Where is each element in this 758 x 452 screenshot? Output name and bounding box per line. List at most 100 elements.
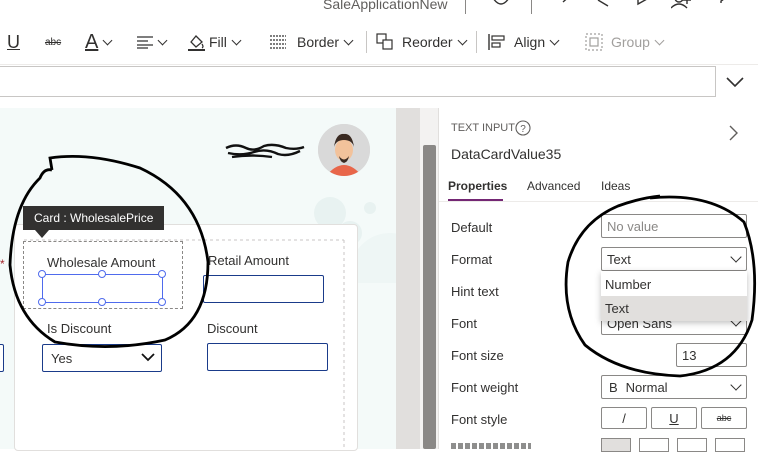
canvas-scrollbar-thumb[interactable] xyxy=(423,145,436,449)
resize-handle[interactable] xyxy=(98,270,106,278)
align-right-button[interactable] xyxy=(677,438,707,452)
resize-handle[interactable] xyxy=(38,298,46,306)
chevron-down-icon xyxy=(343,35,354,45)
chevron-down-icon xyxy=(102,35,113,45)
format-option-number[interactable]: Number xyxy=(605,277,651,292)
user-avatar xyxy=(318,124,370,176)
info-icon[interactable]: ? xyxy=(515,120,531,136)
resize-handle[interactable] xyxy=(158,270,166,278)
fill-label: Fill xyxy=(209,34,227,50)
play-icon[interactable] xyxy=(636,0,650,8)
svg-text:?: ? xyxy=(520,124,526,135)
border-icon xyxy=(270,35,286,49)
ribbon-separator xyxy=(366,31,367,53)
font-weight-label: Font weight xyxy=(451,380,519,395)
italic-button[interactable]: / xyxy=(601,407,647,429)
undo-icon[interactable] xyxy=(560,0,576,8)
app-title: SaleApplicationNew xyxy=(323,0,448,12)
health-icon[interactable] xyxy=(490,0,512,10)
chevron-down-icon xyxy=(457,35,468,45)
align-label: Align xyxy=(514,34,546,50)
partial-input[interactable] xyxy=(0,344,4,372)
tab-advanced[interactable]: Advanced xyxy=(527,179,580,193)
group-button[interactable]: Group xyxy=(585,29,665,55)
discount-label: Discount xyxy=(207,321,258,336)
chevron-down-icon xyxy=(157,35,168,45)
align-button[interactable]: Align xyxy=(488,29,560,55)
fill-button[interactable]: Fill xyxy=(187,29,242,55)
format-options-menu: Number Text xyxy=(601,271,747,321)
strikethrough-button[interactable]: abc xyxy=(45,29,61,55)
reorder-icon xyxy=(376,33,393,50)
share-icon[interactable] xyxy=(671,0,693,10)
font-style-label: Font style xyxy=(451,412,508,427)
person-icon xyxy=(318,124,370,176)
is-discount-label: Is Discount xyxy=(47,321,112,336)
bold-icon: B xyxy=(609,379,618,395)
text-align-button[interactable] xyxy=(137,29,168,55)
default-label: Default xyxy=(451,220,493,235)
is-discount-dropdown[interactable]: Yes xyxy=(42,344,162,372)
redo-icon[interactable] xyxy=(596,0,610,8)
chevron-down-icon xyxy=(730,251,742,263)
chevron-down-icon xyxy=(730,379,742,391)
card-tooltip: Card : WholesalePrice xyxy=(23,206,165,230)
border-button[interactable]: Border xyxy=(269,29,354,55)
reorder-label: Reorder xyxy=(402,34,453,50)
font-size-label: Font size xyxy=(451,348,504,363)
align-objects-icon xyxy=(488,34,505,50)
formula-bar[interactable] xyxy=(0,66,716,97)
strikethrough-label: abc xyxy=(45,36,62,48)
group-icon xyxy=(585,33,603,51)
align-center-button[interactable] xyxy=(639,438,669,452)
format-dropdown[interactable]: Text xyxy=(601,247,747,271)
resize-handle[interactable] xyxy=(158,298,166,306)
group-label: Group xyxy=(611,34,650,50)
font-label: Font xyxy=(451,316,478,331)
expand-formula-icon[interactable] xyxy=(725,72,745,92)
font-color-button[interactable]: A xyxy=(85,29,113,55)
default-placeholder: No value xyxy=(607,218,659,234)
chevron-down-icon xyxy=(549,35,560,45)
required-asterisk: * xyxy=(0,257,5,271)
tab-ideas[interactable]: Ideas xyxy=(601,179,630,193)
scribbled-text xyxy=(225,143,305,159)
paint-bucket-icon xyxy=(188,35,205,51)
font-size-value: 13 xyxy=(682,347,697,363)
tabs-divider xyxy=(439,201,758,202)
title-separator xyxy=(531,0,532,14)
text-alignment-label-partial xyxy=(451,440,541,449)
strikethrough-style-button[interactable]: abc xyxy=(701,407,747,429)
italic-icon: / xyxy=(622,410,626,426)
underline-style-button[interactable]: U xyxy=(651,407,697,429)
strikethrough-icon: abc xyxy=(716,413,732,423)
discount-input[interactable] xyxy=(207,343,328,371)
resize-handle[interactable] xyxy=(98,298,106,306)
control-name: DataCardValue35 xyxy=(451,146,562,162)
retail-amount-input[interactable] xyxy=(203,275,324,303)
font-color-icon: A xyxy=(85,30,99,53)
underline-icon: U xyxy=(669,410,679,426)
canvas-scrollbar[interactable] xyxy=(396,108,420,449)
underline-button[interactable]: U xyxy=(7,29,20,55)
align-justify-button[interactable] xyxy=(715,438,745,452)
font-weight-value: Normal xyxy=(625,379,668,395)
retail-amount-label: Retail Amount xyxy=(208,253,289,268)
resize-handle[interactable] xyxy=(38,270,46,278)
help-icon[interactable] xyxy=(715,0,727,8)
chevron-down-icon xyxy=(654,35,665,45)
title-separator xyxy=(465,0,466,14)
format-option-text[interactable]: Text xyxy=(605,301,629,316)
title-bar: SaleApplicationNew xyxy=(0,0,758,18)
chevron-down-icon xyxy=(141,353,155,362)
chevron-right-icon[interactable] xyxy=(728,124,740,142)
font-size-input[interactable]: 13 xyxy=(676,343,747,367)
control-type: TEXT INPUT xyxy=(451,122,515,134)
default-input[interactable]: No value xyxy=(601,214,747,238)
tab-properties[interactable]: Properties xyxy=(448,179,507,193)
reorder-button[interactable]: Reorder xyxy=(376,29,468,55)
align-left-button[interactable] xyxy=(601,438,631,452)
tooltip-arrow xyxy=(35,230,49,238)
align-left-icon xyxy=(137,36,153,49)
font-weight-dropdown[interactable]: B Normal xyxy=(601,375,747,399)
